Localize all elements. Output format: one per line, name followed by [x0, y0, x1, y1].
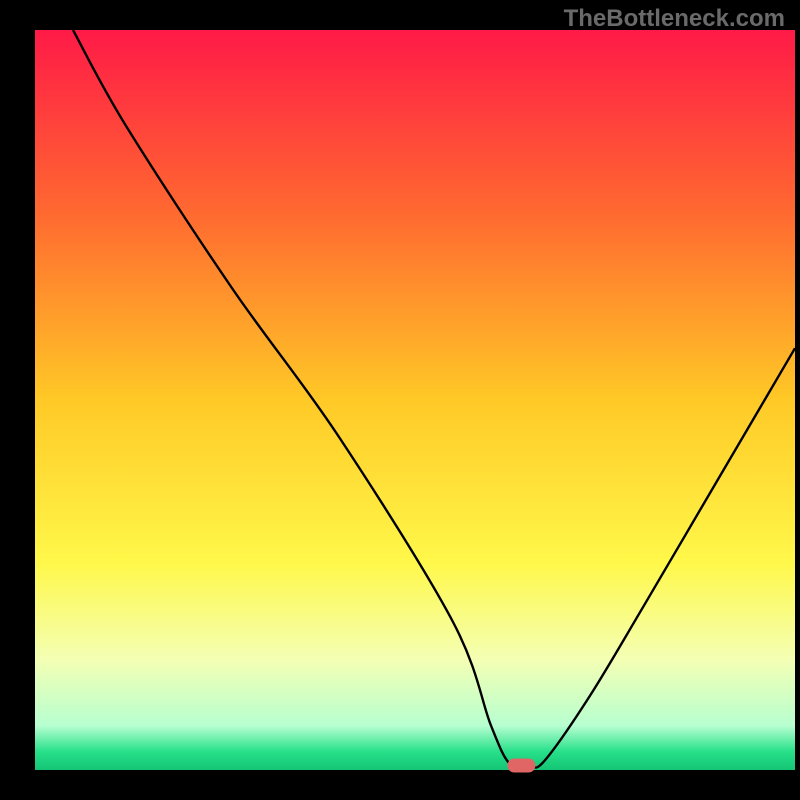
- chart-frame: { "watermark": "TheBottleneck.com", "cha…: [0, 0, 800, 800]
- bottleneck-chart: [0, 0, 800, 800]
- plot-background: [35, 30, 795, 770]
- watermark-text: TheBottleneck.com: [564, 5, 785, 33]
- optimum-marker: [507, 759, 535, 773]
